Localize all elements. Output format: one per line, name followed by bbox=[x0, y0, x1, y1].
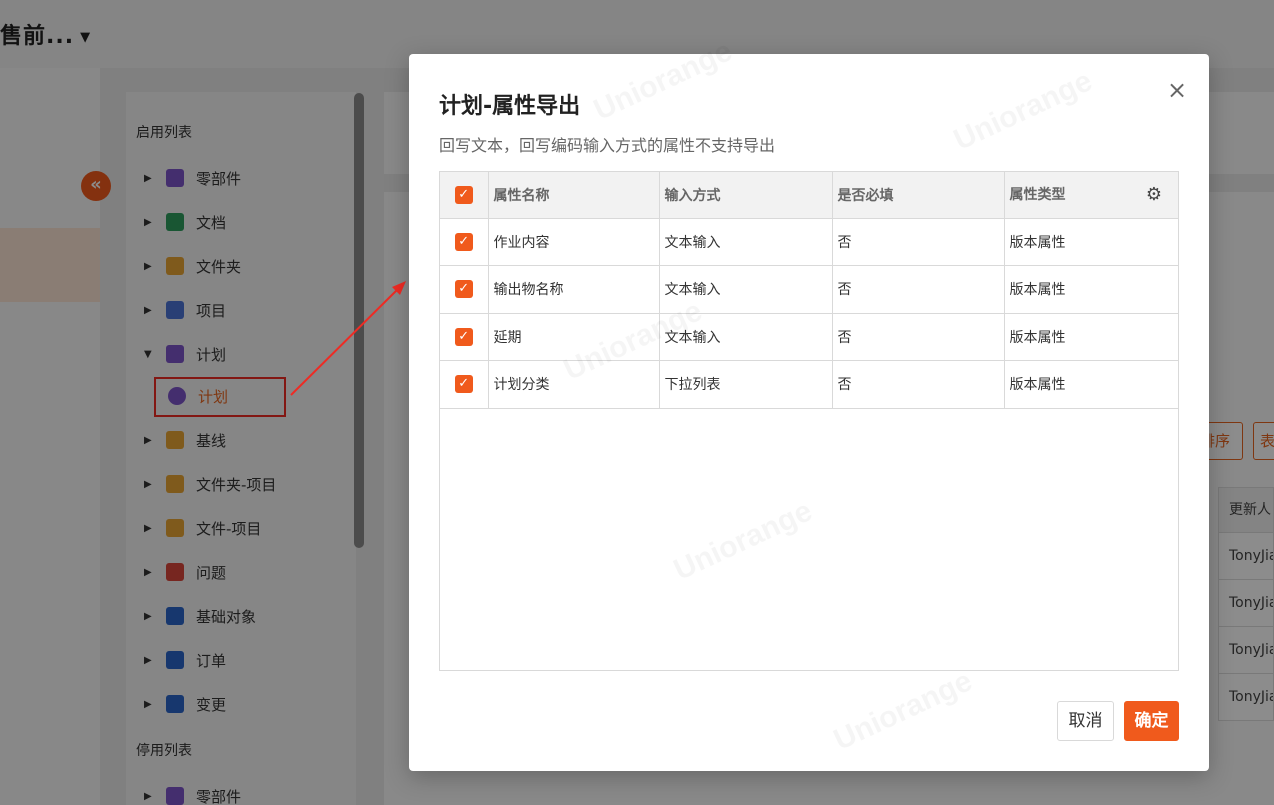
cell-required: 否 bbox=[832, 360, 1005, 409]
attributes-table: ✓ 属性名称 输入方式 是否必填 属性类型 ⚙ ✓ 作业内容 文本输入否版本属性 ✓ 输出… bbox=[439, 171, 1179, 671]
table-row[interactable]: ✓ 计划分类 下拉列表否版本属性 bbox=[440, 360, 1178, 409]
row-checkbox[interactable]: ✓ bbox=[454, 375, 473, 394]
cell-type: 版本属性 bbox=[1004, 265, 1178, 314]
cell-input-method: 下拉列表 bbox=[659, 360, 833, 409]
watermark: Uniorange bbox=[829, 664, 978, 758]
confirm-button[interactable]: 确定 bbox=[1124, 701, 1179, 741]
row-checkbox[interactable]: ✓ bbox=[454, 232, 473, 251]
row-checkbox[interactable]: ✓ bbox=[454, 327, 473, 346]
dialog-subtitle: 回写文本，回写编码输入方式的属性不支持导出 bbox=[439, 136, 776, 155]
export-attributes-dialog: 计划-属性导出 × 回写文本，回写编码输入方式的属性不支持导出 ✓ 属性名称 输… bbox=[409, 34, 1209, 771]
dialog-title: 计划-属性导出 bbox=[439, 94, 581, 119]
table-header-row: ✓ 属性名称 输入方式 是否必填 属性类型 ⚙ bbox=[440, 172, 1178, 219]
cell-required: 否 bbox=[832, 265, 1005, 314]
cell-required: 否 bbox=[832, 218, 1005, 266]
column-header-input-method: 输入方式 bbox=[659, 172, 833, 219]
cell-name: 计划分类 bbox=[488, 360, 660, 409]
cell-type: 版本属性 bbox=[1004, 360, 1178, 409]
cell-required: 否 bbox=[832, 313, 1005, 361]
watermark: Uniorange bbox=[949, 64, 1098, 158]
cell-input-method: 文本输入 bbox=[659, 218, 833, 266]
settings-gear-icon[interactable]: ⚙ bbox=[1146, 184, 1162, 205]
select-all-checkbox[interactable]: ✓ bbox=[454, 185, 473, 204]
row-checkbox[interactable]: ✓ bbox=[454, 280, 473, 299]
close-icon[interactable]: × bbox=[1165, 78, 1189, 102]
cell-type: 版本属性 bbox=[1004, 218, 1178, 266]
cell-type: 版本属性 bbox=[1004, 313, 1178, 361]
cell-name: 延期 bbox=[488, 313, 660, 361]
cell-input-method: 文本输入 bbox=[659, 313, 833, 361]
cell-name: 作业内容 bbox=[488, 218, 660, 266]
table-row[interactable]: ✓ 作业内容 文本输入否版本属性 bbox=[440, 218, 1178, 266]
table-row[interactable]: ✓ 延期 文本输入否版本属性 bbox=[440, 313, 1178, 361]
column-header-name: 属性名称 bbox=[488, 172, 660, 219]
cancel-button[interactable]: 取消 bbox=[1057, 701, 1114, 741]
table-row[interactable]: ✓ 输出物名称 文本输入否版本属性 bbox=[440, 265, 1178, 314]
column-header-type: 属性类型 ⚙ bbox=[1004, 172, 1178, 219]
column-header-required: 是否必填 bbox=[832, 172, 1005, 219]
cell-name: 输出物名称 bbox=[488, 265, 660, 314]
cell-input-method: 文本输入 bbox=[659, 265, 833, 314]
